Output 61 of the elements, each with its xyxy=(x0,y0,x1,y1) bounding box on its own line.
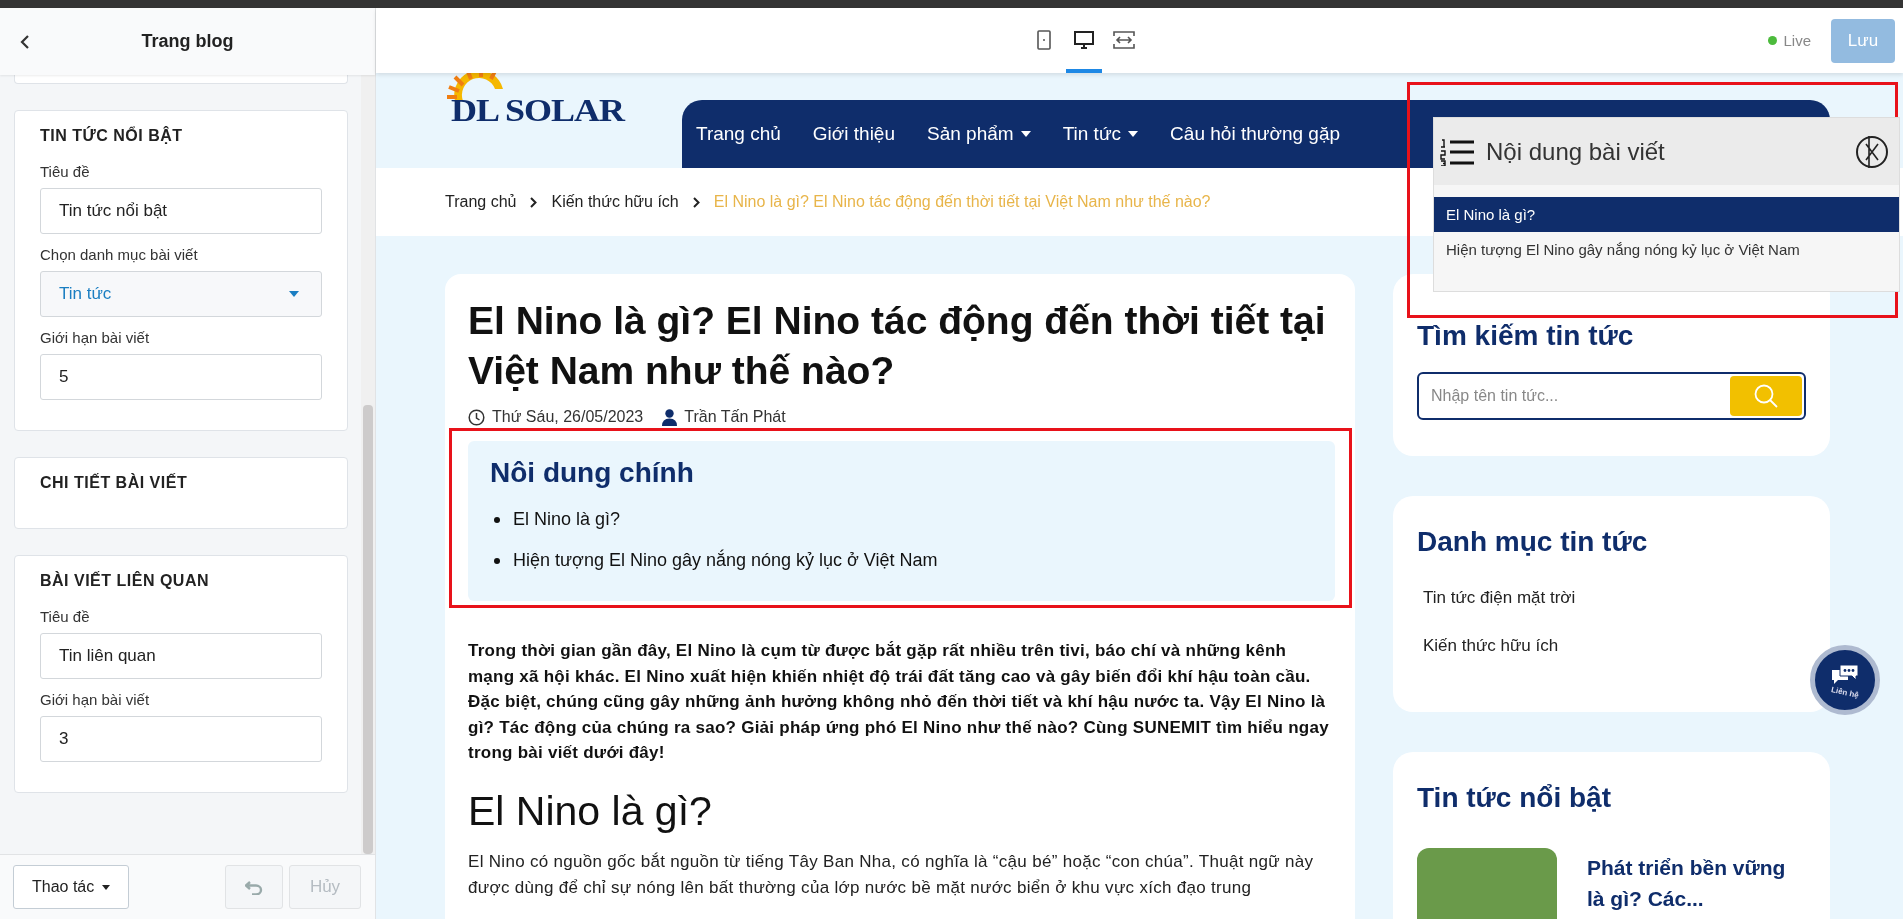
field-label: Giới hạn bài viết xyxy=(40,329,151,346)
undo-icon xyxy=(245,879,263,895)
panel-title: Trang blog xyxy=(141,31,234,52)
field-label: Tiêu đề xyxy=(40,163,91,180)
fit-width-icon xyxy=(1113,31,1135,49)
caret-icon xyxy=(1128,131,1139,137)
nav-link[interactable]: Giới thiệu xyxy=(812,123,895,145)
status-label: Live xyxy=(1783,32,1811,49)
article-title: El Nino là gì? El Nino tác động đến thời tiết tại Việt Nam như thế nào? xyxy=(468,298,1327,394)
input-field[interactable]: 3 xyxy=(40,716,322,762)
clock-icon xyxy=(468,408,485,426)
input-field[interactable]: Tin liên quan xyxy=(40,633,322,679)
widget-heading: Danh mục tin tức xyxy=(1417,526,1649,558)
nav-link[interactable]: Tin tức xyxy=(1062,123,1139,145)
user-icon xyxy=(662,408,678,426)
site-logo[interactable]: DL SOLAR xyxy=(445,73,645,131)
input-field[interactable]: Tin tức nổi bật xyxy=(40,188,322,234)
chat-button[interactable]: Liên hệ xyxy=(1810,645,1880,715)
post-date: Thứ Sáu, 26/05/2023 xyxy=(492,408,644,426)
popup-title: Nội dung bài viết xyxy=(1486,137,1666,166)
search-icon xyxy=(1753,383,1779,409)
caret-icon xyxy=(289,291,299,297)
caret-icon xyxy=(102,884,111,890)
category-link[interactable]: Tin tức điện mặt trời xyxy=(1423,588,1800,608)
post-link[interactable]: Phát triển bền vững là gì? Các... xyxy=(1587,852,1787,919)
breadcrumb-link[interactable]: Kiến thức hữu ích xyxy=(551,193,679,211)
monitor-icon xyxy=(1074,31,1094,49)
nav-link[interactable]: Trang chủ xyxy=(696,123,781,145)
nav-link[interactable]: Sản phẩm xyxy=(927,123,1031,145)
section-heading[interactable]: BÀI VIẾT LIÊN QUAN xyxy=(40,572,322,590)
actions-button[interactable]: Thao tác xyxy=(13,865,130,909)
input-field[interactable]: 5 xyxy=(40,354,322,400)
section-heading[interactable]: TIN TỨC NỔI BẬT xyxy=(40,127,322,145)
section-heading[interactable]: CHI TIẾT BÀI VIẾT xyxy=(40,474,322,492)
intro-paragraph: Trong thời gian gần đây, El Nino là cụm từ được bắt gặp rất nhiều trên tivi, báo chí và những kênh mạng xã hội khác. El Nino xuất hiện khiến nhiệt độ trái đất tăng cao và gây biến đổi khí hậu toàn cầu. Đặc biệt, chúng cũng gây những ảnh hưởng không nhỏ đến thời tiết và khí hậu nước ta. Vậy El Nino là gì? Tác động của chúng ra sao? Giải pháp ứng phó El Nino như thế nào? Cùng SUNEMIT tìm hiểu ngay trong bài viết dưới đây! xyxy=(468,640,1330,764)
contents-link[interactable]: El Nino là gì? xyxy=(513,509,621,530)
body-paragraph: El Nino có nguồn gốc bắt nguồn từ tiếng Tây Ban Nha, có nghĩa là “cậu bé” hoặc “con chúa”. Thuật ngữ này được dùng để chỉ sự nóng lên bất thường của lớp nước bề mặt nước biển ở khu vực xích đạo trung xyxy=(468,850,1315,899)
contents-link[interactable]: Hiện tượng El Nino gây nắng nóng kỷ lục ở Việt Nam xyxy=(513,550,938,571)
phone-icon xyxy=(1037,30,1051,50)
widget-heading: Tìm kiếm tin tức xyxy=(1417,320,1635,352)
section-heading: El Nino là gì? xyxy=(468,787,713,835)
post-author: Trần Tấn Phát xyxy=(684,408,786,426)
contents-heading: Nôi dung chính xyxy=(490,457,694,488)
contents-link[interactable]: Hiện tượng El Nino gây nắng nóng kỷ lục ở Việt Nam xyxy=(1434,232,1899,267)
scrollbar-thumb[interactable] xyxy=(363,405,373,854)
close-icon[interactable] xyxy=(1855,134,1889,169)
chat-bubbles-icon xyxy=(1830,663,1860,686)
back-icon[interactable] xyxy=(20,33,30,50)
category-select[interactable]: Tin tức xyxy=(40,271,322,317)
chevron-icon xyxy=(692,196,700,208)
field-label: Chọn danh mục bài viết xyxy=(40,246,199,263)
numbered-list-icon xyxy=(1440,137,1474,166)
breadcrumb-link[interactable]: Trang chủ xyxy=(445,193,517,211)
chevron-icon xyxy=(530,196,538,208)
field-label: Giới hạn bài viết xyxy=(40,691,151,708)
category-link[interactable]: Kiến thức hữu ích xyxy=(1423,636,1800,656)
contents-link[interactable]: El Nino là gì? xyxy=(1434,197,1899,232)
caret-icon xyxy=(1020,131,1031,137)
widget-heading: Tin tức nổi bật xyxy=(1417,782,1612,814)
field-label: Tiêu đề xyxy=(40,608,91,625)
nav-link[interactable]: Câu hỏi thường gặp xyxy=(1170,123,1340,145)
